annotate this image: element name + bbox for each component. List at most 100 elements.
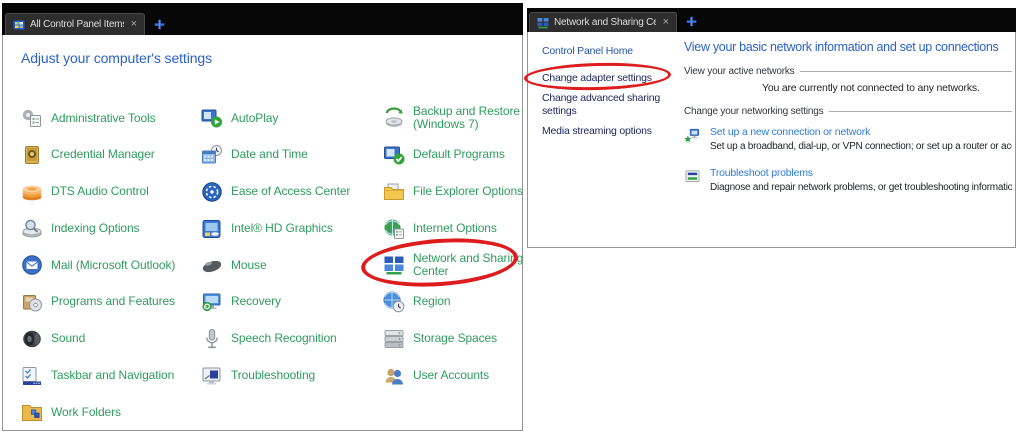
item-label: Date and Time <box>231 147 308 162</box>
item-label: Sound <box>51 331 86 346</box>
connection-status-text: You are currently not connected to any n… <box>762 82 980 94</box>
admin-tools-icon <box>21 107 43 129</box>
control-panel-item-internet-options[interactable]: Internet Options <box>383 210 524 247</box>
control-panel-item-speech-recognition[interactable]: Speech Recognition <box>201 321 383 358</box>
control-panel-item-administrative-tools[interactable]: Administrative Tools <box>21 100 201 137</box>
item-label: Intel® HD Graphics <box>231 220 333 235</box>
items-column-1: Administrative Tools Credential Manager DT… <box>21 100 201 431</box>
programs-features-icon <box>21 291 43 313</box>
sidebar-task-links: Change adapter settings Change advanced s… <box>542 72 664 139</box>
main-pane: View your basic network information and … <box>684 38 1012 245</box>
new-tab-icon[interactable] <box>154 19 165 30</box>
network-sharing-content: Control Panel Home Change adapter settin… <box>528 32 1015 247</box>
sound-icon <box>21 328 43 350</box>
speech-recognition-icon <box>201 328 223 350</box>
control-panel-item-programs-and-features[interactable]: Programs and Features <box>21 284 201 321</box>
control-panel-item-taskbar-and-navigation[interactable]: Taskbar and Navigation <box>21 357 201 394</box>
control-panel-item-backup-and-restore-windows-7[interactable]: Backup and Restore (Windows 7) <box>383 100 524 137</box>
all-control-panel-items-window: All Control Panel Items × Adjust your co… <box>2 3 523 431</box>
section-divider <box>800 71 1012 72</box>
item-label: Work Folders <box>51 404 121 419</box>
link-set-up-a-new-connection-or-network[interactable]: Set up a new connection or network <box>710 126 1012 138</box>
control-panel-item-credential-manager[interactable]: Credential Manager <box>21 137 201 174</box>
control-panel-item-mail-microsoft-outlook[interactable]: Mail (Microsoft Outlook) <box>21 247 201 284</box>
sidebar-link-change-adapter-settings[interactable]: Change adapter settings <box>542 72 664 85</box>
tab-title: All Control Panel Items <box>30 19 124 30</box>
control-panel-item-sound[interactable]: Sound <box>21 321 201 358</box>
recovery-icon <box>201 291 223 313</box>
items-column-3: Backup and Restore (Windows 7) Default Pr… <box>383 100 524 431</box>
backup-restore-icon <box>383 107 405 129</box>
item-label: Indexing Options <box>51 220 140 235</box>
setting-description: Set up a broadband, dial-up, or VPN conn… <box>710 141 1012 152</box>
control-panel-item-ease-of-access-center[interactable]: Ease of Access Center <box>201 174 383 211</box>
networking-setting-set-up-a-new-connection-or-network: Set up a new connection or network Set up… <box>684 126 1012 152</box>
sidebar: Control Panel Home Change adapter settin… <box>542 45 664 146</box>
control-panel-item-intel-hd-graphics[interactable]: Intel® HD Graphics <box>201 210 383 247</box>
tab-all-control-panel-items[interactable]: All Control Panel Items × <box>5 13 145 35</box>
item-label: Troubleshooting <box>231 367 316 382</box>
dts-audio-icon <box>21 181 43 203</box>
active-networks-section-header: View your active networks <box>684 66 1012 77</box>
networking-settings-list: Set up a new connection or network Set up… <box>684 126 1012 193</box>
tab-title: Network and Sharing Center <box>554 17 656 28</box>
mail-outlook-icon <box>21 254 43 276</box>
control-panel-item-storage-spaces[interactable]: Storage Spaces <box>383 321 524 358</box>
item-label: User Accounts <box>413 367 490 382</box>
sidebar-item-control-panel-home[interactable]: Control Panel Home <box>542 45 664 57</box>
item-label: DTS Audio Control <box>51 184 149 199</box>
sidebar-link-change-advanced-sharing-settings[interactable]: Change advanced sharing settings <box>542 92 664 118</box>
file-explorer-options-icon <box>383 181 405 203</box>
network-sharing-center-window: Network and Sharing Center × Control Pan… <box>527 8 1016 248</box>
indexing-options-icon <box>21 218 43 240</box>
work-folders-icon <box>21 401 43 423</box>
item-label: Ease of Access Center <box>231 184 351 199</box>
sidebar-link-media-streaming-options[interactable]: Media streaming options <box>542 125 664 138</box>
close-tab-icon[interactable]: × <box>661 17 669 28</box>
item-label: Backup and Restore (Windows 7) <box>413 103 520 132</box>
control-panel-item-recovery[interactable]: Recovery <box>201 284 383 321</box>
right-tab-bar: Network and Sharing Center × <box>527 8 1016 32</box>
section-label: Change your networking settings <box>684 106 824 117</box>
control-panel-item-autoplay[interactable]: AutoPlay <box>201 100 383 137</box>
control-panel-item-user-accounts[interactable]: User Accounts <box>383 357 524 394</box>
item-label: File Explorer Options <box>413 184 523 199</box>
section-divider <box>829 111 1012 112</box>
control-panel-item-mouse[interactable]: Mouse <box>201 247 383 284</box>
mouse-icon <box>201 254 223 276</box>
troubleshoot-problems-icon <box>684 168 701 185</box>
control-panel-item-default-programs[interactable]: Default Programs <box>383 137 524 174</box>
item-label: Recovery <box>231 294 281 309</box>
item-label: Region <box>413 294 451 309</box>
item-label: Administrative Tools <box>51 110 156 125</box>
item-label: Internet Options <box>413 220 497 235</box>
section-label: View your active networks <box>684 66 795 77</box>
item-label: AutoPlay <box>231 110 279 125</box>
ease-of-access-icon <box>201 181 223 203</box>
control-panel-item-work-folders[interactable]: Work Folders <box>21 394 201 431</box>
control-panel-item-dts-audio-control[interactable]: DTS Audio Control <box>21 174 201 211</box>
network-icon <box>537 17 549 29</box>
control-panel-item-network-and-sharing-center[interactable]: Network and Sharing Center <box>383 247 524 284</box>
new-tab-icon[interactable] <box>686 16 697 27</box>
link-troubleshoot-problems[interactable]: Troubleshoot problems <box>710 167 1012 179</box>
control-panel-item-indexing-options[interactable]: Indexing Options <box>21 210 201 247</box>
item-label: Default Programs <box>413 147 505 162</box>
item-label: Network and Sharing Center <box>413 250 524 279</box>
left-tab-bar: All Control Panel Items × <box>2 3 523 35</box>
control-panel-item-region[interactable]: Region <box>383 284 524 321</box>
control-panel-item-troubleshooting[interactable]: Troubleshooting <box>201 357 383 394</box>
control-panel-item-date-and-time[interactable]: Date and Time <box>201 137 383 174</box>
control-panel-item-file-explorer-options[interactable]: File Explorer Options <box>383 174 524 211</box>
credential-manager-icon <box>21 144 43 166</box>
control-panel-icon <box>13 19 25 31</box>
tab-network-and-sharing-center[interactable]: Network and Sharing Center × <box>529 12 677 32</box>
item-label: Programs and Features <box>51 294 175 309</box>
page-title: View your basic network information and … <box>684 40 999 54</box>
setup-connection-icon <box>684 127 701 144</box>
setting-text: Troubleshoot problems Diagnose and repair… <box>710 167 1012 193</box>
troubleshooting-icon <box>201 365 223 387</box>
close-tab-icon[interactable]: × <box>129 19 137 30</box>
taskbar-navigation-icon <box>21 365 43 387</box>
item-label: Taskbar and Navigation <box>51 367 175 382</box>
